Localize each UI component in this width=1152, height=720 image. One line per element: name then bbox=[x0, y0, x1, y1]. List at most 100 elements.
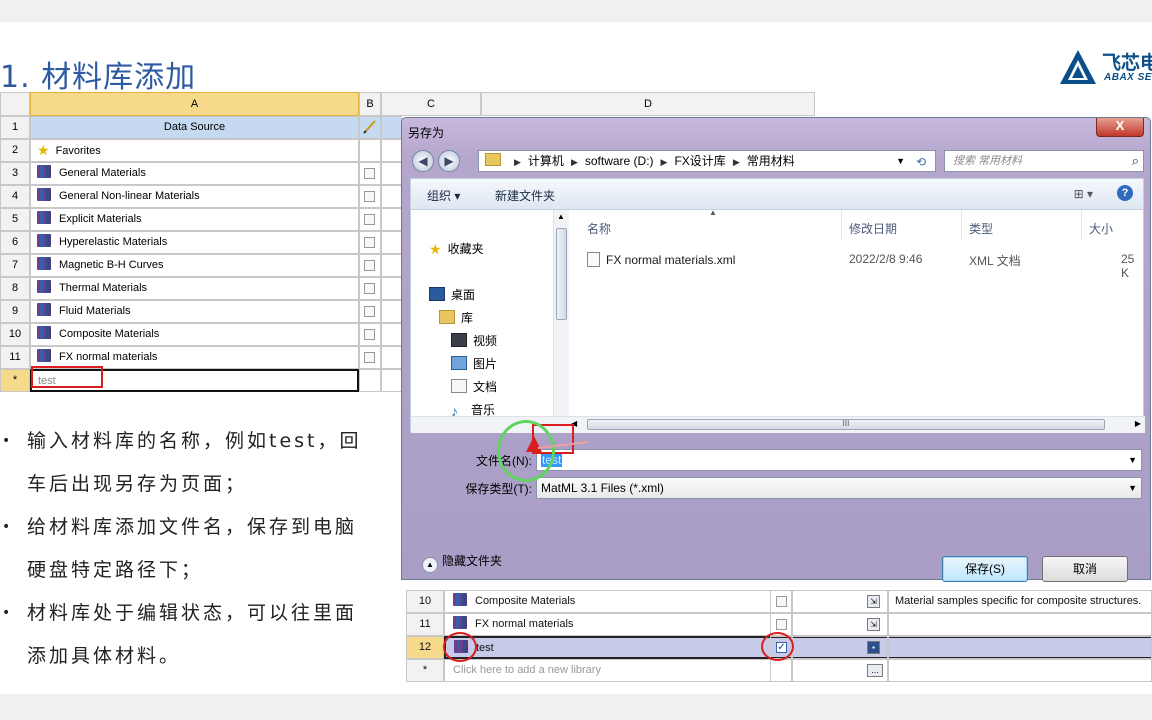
chevron-down-icon[interactable]: ▼ bbox=[1128, 450, 1137, 470]
scroll-right-icon[interactable]: ▶ bbox=[1135, 419, 1141, 428]
column-modified[interactable]: 修改日期 bbox=[849, 220, 897, 237]
address-dropdown-icon[interactable]: ▼ bbox=[896, 151, 905, 171]
table-row[interactable]: 8 Thermal Materials bbox=[0, 277, 402, 300]
nav-item-music[interactable]: ♪ 音乐 bbox=[451, 401, 495, 416]
view-options-icon[interactable]: ⊞ ▾ bbox=[1074, 187, 1093, 201]
column-header-c[interactable]: C bbox=[381, 92, 481, 116]
table-row[interactable]: 6 Hyperelastic Materials bbox=[0, 231, 402, 254]
scrollbar-thumb[interactable] bbox=[556, 228, 567, 320]
edit-checkbox[interactable] bbox=[364, 352, 375, 363]
library-location-icon[interactable]: ⇲ bbox=[867, 618, 880, 631]
table-row[interactable]: 4 General Non-linear Materials bbox=[0, 185, 402, 208]
column-name[interactable]: 名称 bbox=[587, 220, 611, 237]
data-source-header: Data Source bbox=[30, 116, 359, 139]
library-icon bbox=[37, 349, 51, 362]
nav-scrollbar[interactable]: ▲ bbox=[553, 210, 569, 416]
xml-file-icon bbox=[587, 252, 600, 267]
column-header-d[interactable]: D bbox=[481, 92, 815, 116]
row-number: 6 bbox=[0, 231, 30, 254]
edit-checkbox[interactable] bbox=[364, 329, 375, 340]
data-source-cell[interactable]: Thermal Materials bbox=[30, 277, 359, 300]
new-folder-button[interactable]: 新建文件夹 bbox=[495, 187, 555, 204]
dialog-body: ★收藏夹 桌面 库 视频 图片 文档 ♪音乐 ▲ 名称 ▲ 修改日期 类型 bbox=[410, 208, 1145, 433]
refresh-icon[interactable]: ⟲ bbox=[909, 152, 933, 170]
edit-checkbox[interactable] bbox=[364, 260, 375, 271]
organize-menu[interactable]: 组织 ▾ bbox=[427, 187, 460, 204]
library-icon bbox=[37, 326, 51, 339]
edit-checkbox[interactable] bbox=[364, 191, 375, 202]
nav-item-desktop[interactable]: 桌面 bbox=[429, 286, 475, 303]
edit-checkbox[interactable] bbox=[364, 306, 375, 317]
table-row[interactable]: 10 Composite Materials ⇲ Material sample… bbox=[406, 590, 1152, 613]
edit-checkbox[interactable] bbox=[776, 619, 787, 630]
hide-folders-toggle[interactable]: ▲ 隐藏文件夹 bbox=[422, 552, 502, 573]
nav-item-pictures[interactable]: 图片 bbox=[451, 355, 497, 372]
table-row[interactable]: 10 Composite Materials bbox=[0, 323, 402, 346]
row-number: 10 bbox=[406, 590, 444, 613]
file-list: 名称 ▲ 修改日期 类型 大小 FX normal materials.xml … bbox=[571, 208, 1145, 416]
edit-checkbox[interactable] bbox=[364, 168, 375, 179]
save-icon[interactable]: ▪ bbox=[867, 641, 880, 654]
filetype-select[interactable]: MatML 3.1 Files (*.xml) ▼ bbox=[536, 477, 1142, 499]
folder-icon bbox=[485, 153, 501, 166]
nav-item-documents[interactable]: 文档 bbox=[451, 378, 497, 395]
nav-item-favorites[interactable]: ★ 收藏夹 bbox=[429, 240, 484, 258]
breadcrumb-item[interactable]: software (D:) bbox=[585, 154, 654, 168]
address-bar[interactable]: ▶ 计算机 ▶ software (D:) ▶ FX设计库 ▶ 常用材料 ▼ ⟲ bbox=[478, 150, 936, 172]
table-row[interactable]: 2 ★ Favorites bbox=[0, 139, 402, 162]
table-row[interactable]: 9 Fluid Materials bbox=[0, 300, 402, 323]
help-icon[interactable]: ? bbox=[1117, 185, 1133, 201]
scroll-up-icon[interactable]: ▲ bbox=[557, 212, 565, 221]
column-header-b[interactable]: B bbox=[359, 92, 381, 116]
list-item: • 材料库处于编辑状态，可以往里面 添加具体材料。 bbox=[2, 602, 358, 667]
filename-input[interactable]: test ▼ bbox=[536, 449, 1142, 471]
description-cell bbox=[888, 613, 1152, 636]
edit-checkbox[interactable] bbox=[776, 596, 787, 607]
save-button[interactable]: 保存(S) bbox=[942, 556, 1028, 582]
data-source-cell[interactable]: ★ Favorites bbox=[30, 139, 359, 162]
table-row[interactable]: 5 Explicit Materials bbox=[0, 208, 402, 231]
cancel-button[interactable]: 取消 bbox=[1042, 556, 1128, 582]
column-header-a[interactable]: A bbox=[30, 92, 359, 116]
data-source-cell[interactable]: Hyperelastic Materials bbox=[30, 231, 359, 254]
file-row[interactable]: FX normal materials.xml 2022/2/8 9:46 XM… bbox=[587, 252, 1145, 280]
chevron-down-icon[interactable]: ▼ bbox=[1128, 478, 1137, 498]
breadcrumb-item[interactable]: FX设计库 bbox=[674, 154, 725, 168]
data-source-label: Fluid Materials bbox=[59, 305, 131, 317]
dialog-title: 另存为 bbox=[408, 126, 445, 140]
forward-button[interactable]: ▶ bbox=[438, 150, 460, 172]
row-number: * bbox=[406, 659, 444, 682]
edit-checkbox[interactable] bbox=[364, 283, 375, 294]
table-row[interactable]: 3 General Materials bbox=[0, 162, 402, 185]
data-source-cell[interactable]: Magnetic B-H Curves bbox=[30, 254, 359, 277]
edit-checkbox[interactable] bbox=[364, 237, 375, 248]
search-input[interactable]: 搜索 常用材料 ⌕ bbox=[944, 150, 1144, 172]
breadcrumb-item[interactable]: 常用材料 bbox=[747, 154, 795, 168]
back-button[interactable]: ◀ bbox=[412, 150, 434, 172]
table-header-row: 1 Data Source bbox=[0, 116, 402, 139]
data-source-cell[interactable]: General Non-linear Materials bbox=[30, 185, 359, 208]
data-source-cell[interactable]: Fluid Materials bbox=[30, 300, 359, 323]
data-source-label: Favorites bbox=[55, 145, 101, 157]
table-row[interactable]: 7 Magnetic B-H Curves bbox=[0, 254, 402, 277]
browse-button[interactable]: ... bbox=[867, 664, 883, 677]
edit-checkbox[interactable] bbox=[364, 214, 375, 225]
desktop-icon bbox=[429, 287, 445, 301]
data-source-cell[interactable]: Composite Materials bbox=[30, 323, 359, 346]
column-type[interactable]: 类型 bbox=[969, 220, 993, 237]
scrollbar-thumb[interactable]: III bbox=[587, 419, 1105, 430]
data-source-label: General Materials bbox=[59, 167, 146, 179]
instruction-list: • 输入材料库的名称，例如test，回 车后出现另存为页面； • 给材料库添加文件名，… bbox=[0, 420, 395, 678]
library-location-icon[interactable]: ⇲ bbox=[867, 595, 880, 608]
breadcrumb-item[interactable]: 计算机 bbox=[528, 154, 564, 168]
data-source-label: General Non-linear Materials bbox=[59, 190, 200, 202]
row-number: 7 bbox=[0, 254, 30, 277]
new-library-row[interactable]: * Click here to add a new library ... bbox=[406, 659, 1152, 682]
nav-item-library[interactable]: 库 bbox=[439, 309, 473, 326]
close-button[interactable]: X bbox=[1096, 118, 1144, 137]
data-source-cell[interactable]: General Materials bbox=[30, 162, 359, 185]
library-icon bbox=[37, 211, 51, 224]
column-size[interactable]: 大小 bbox=[1089, 220, 1113, 237]
nav-item-videos[interactable]: 视频 bbox=[451, 332, 497, 349]
data-source-cell[interactable]: Explicit Materials bbox=[30, 208, 359, 231]
